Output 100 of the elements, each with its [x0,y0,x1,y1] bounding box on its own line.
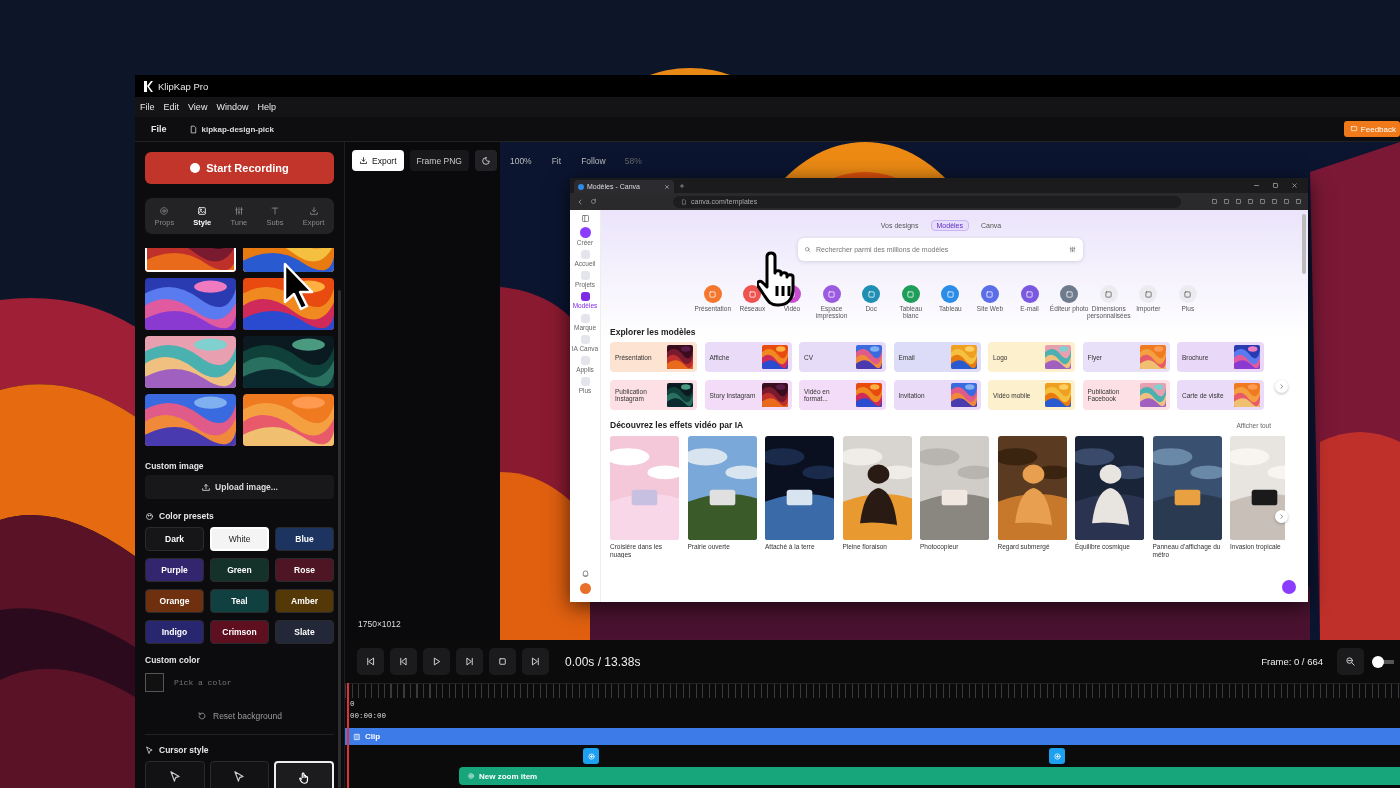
back-icon [576,197,584,206]
record-icon [190,163,201,173]
theme-button[interactable] [474,150,497,171]
color-preset-button[interactable]: White [210,527,269,551]
favicon-icon [578,183,584,190]
zoom-out-icon [1345,656,1356,667]
reset-background-button[interactable]: Reset background [191,710,288,722]
glyph-icon [708,289,718,299]
color-preset-button[interactable]: Indigo [145,620,204,644]
section-heading: Custom color [145,655,201,665]
reset-icon [197,711,207,721]
upload-image-button[interactable]: Upload image... [145,475,334,499]
window-title: KlipKap Pro [158,80,209,92]
section-heading: Cursor style [159,745,209,755]
glyph-icon [985,289,995,299]
cursor-icon [145,745,154,755]
close-icon [664,183,670,190]
section-heading: Découvrez les effets vidéo par IA [610,420,744,431]
text-icon [269,205,280,216]
zoom-icon [586,751,596,761]
download-icon [308,205,319,216]
search-icon [804,246,811,253]
reload-icon [590,198,597,205]
export-button[interactable]: Export [352,150,404,171]
bookmark-icon [681,198,687,205]
chevron-icon [1278,513,1285,520]
slider-thumb[interactable] [1372,655,1384,668]
document-icon [188,124,198,134]
scrollbar[interactable] [338,290,341,788]
glyph-icon [945,289,955,299]
filter-icon [1069,246,1076,253]
color-preset-button[interactable]: Orange [145,589,204,613]
chat-icon [1349,125,1358,133]
menu-item[interactable]: View [188,102,208,112]
file-label[interactable]: File [151,124,167,134]
color-input[interactable]: Pick a color [174,678,284,687]
zoom-icon [467,772,475,780]
skip-end-icon [530,656,541,667]
moon-icon [480,155,491,166]
canvas-dimensions: 1750×1012 [358,619,401,629]
color-preset-button[interactable]: Crimson [210,620,269,644]
help-button[interactable] [1282,580,1296,594]
app-logo-icon [143,80,153,92]
image-icon [197,205,208,216]
section-heading: Explorer les modèles [610,327,697,338]
color-preset-button[interactable]: Amber [275,589,334,613]
color-preset-button[interactable]: Rose [275,558,334,582]
color-preset-button[interactable]: Green [210,558,269,582]
glyph-icon [747,289,757,299]
bell-icon [580,569,590,578]
palette-icon [145,511,154,521]
new-tab-icon [679,182,685,189]
zoom-icon [1052,751,1062,761]
transport-button[interactable] [357,648,384,675]
color-preset-button[interactable]: Purple [145,558,204,582]
transport-button[interactable] [423,648,450,675]
menu-item[interactable]: File [140,102,155,112]
clip-track[interactable]: Clip [345,728,1400,745]
transport-button[interactable] [522,648,549,675]
glyph-icon [1104,289,1114,299]
start-recording-button[interactable]: Start Recording [145,152,334,184]
document-name: kipkap-design-pick [201,124,274,134]
film-icon [353,732,361,741]
zoom-marker[interactable] [1049,748,1065,764]
frame-png-button[interactable]: Frame PNG [409,150,469,171]
transport-button[interactable] [489,648,516,675]
color-swatch[interactable] [145,673,164,692]
zoom-out-button[interactable] [1337,648,1364,675]
download-icon [359,156,368,165]
transport-button[interactable] [390,648,417,675]
skip-start-icon [365,656,376,667]
color-preset-button[interactable]: Blue [275,527,334,551]
step-forward-icon [464,656,475,667]
glyph-icon [866,289,876,299]
color-preset-button[interactable]: Slate [275,620,334,644]
transport-button[interactable] [456,648,483,675]
color-preset-button[interactable]: Dark [145,527,204,551]
minimize-icon [1253,182,1260,189]
glyph-icon [906,289,916,299]
arrow-cursor-icon [232,770,247,784]
glyph-icon [1064,289,1074,299]
sliders-icon [233,205,244,216]
menu-item[interactable]: Edit [163,102,180,112]
gear-icon [159,205,170,216]
play-icon [431,656,442,667]
glyph-icon [827,289,837,299]
panel-icon [580,214,590,223]
time-display: 0.00s / 13.38s [565,654,641,669]
menu-item[interactable]: Window [216,102,249,112]
section-heading: Custom image [145,461,205,471]
avatar[interactable] [579,583,591,594]
glyph-icon [1025,289,1035,299]
zoom-marker[interactable] [583,748,599,764]
glyph-icon [1143,289,1153,299]
section-heading: Color presets [159,511,214,521]
color-preset-button[interactable]: Teal [210,589,269,613]
menu-item[interactable]: Help [257,102,276,112]
scrollbar[interactable] [1302,214,1306,274]
close-icon [1291,182,1298,189]
upload-icon [201,482,212,492]
